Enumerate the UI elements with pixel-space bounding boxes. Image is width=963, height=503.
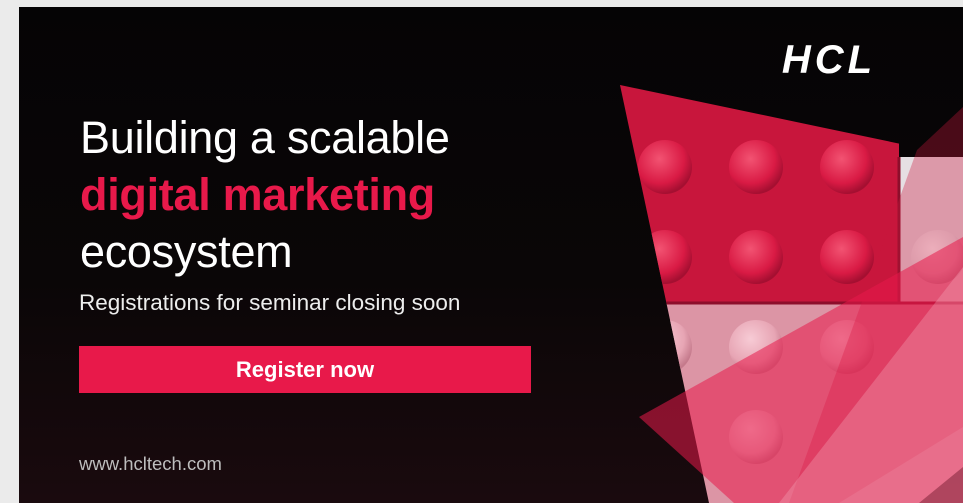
headline-accent: digital marketing [80, 169, 435, 220]
ad-banner[interactable]: HCL Building a scalable digital marketin… [19, 7, 963, 503]
headline-line-3: ecosystem [80, 226, 293, 277]
website-url: www.hcltech.com [79, 453, 222, 474]
register-now-button[interactable]: Register now [79, 346, 531, 393]
svg-text:HCL: HCL [782, 40, 876, 80]
subtitle: Registrations for seminar closing soon [79, 290, 461, 315]
headline: Building a scalable digital marketing ec… [80, 109, 600, 280]
page-frame: HCL Building a scalable digital marketin… [0, 0, 963, 503]
hcl-logo: HCL [782, 40, 876, 80]
headline-line-1: Building a scalable [80, 112, 450, 163]
